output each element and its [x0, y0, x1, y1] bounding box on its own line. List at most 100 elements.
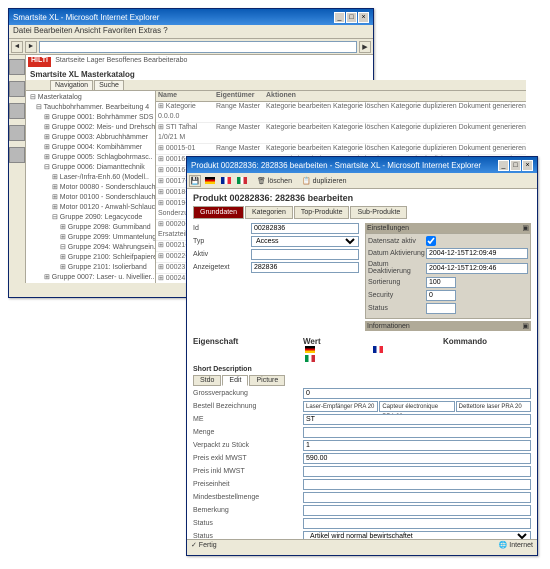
list-row[interactable]: ⊞ 00015-01Range MasterKategorie bearbeit… — [156, 144, 526, 155]
tree-node[interactable]: ⊞ Motor 00080 - Sonderschlauch.. — [28, 183, 153, 193]
delete-button[interactable]: 🗑 löschen — [257, 177, 292, 185]
tab[interactable]: Suche — [94, 80, 124, 90]
tree-node[interactable]: ⊟ Gruppe 0006: Diamanttechnik — [28, 163, 153, 173]
property-row: Menge — [193, 427, 531, 438]
property-input[interactable] — [303, 479, 531, 490]
property-input[interactable] — [303, 427, 531, 438]
property-input[interactable] — [303, 414, 531, 425]
sidebar-icon[interactable] — [9, 125, 25, 141]
property-input[interactable]: Laser-Empfänger PRA 20 — [303, 401, 378, 412]
tab[interactable]: Navigation — [50, 80, 93, 90]
tree-node[interactable]: ⊞ Gruppe 0004: Kombihämmer — [28, 143, 153, 153]
property-label: Menge — [193, 429, 303, 436]
security-field[interactable] — [426, 290, 456, 301]
sidebar-icon[interactable] — [9, 147, 25, 163]
property-row: Grossverpackung — [193, 388, 531, 399]
tree-node[interactable]: ⊞ Gruppe 2098: Gummiband — [28, 223, 153, 233]
titlebar[interactable]: Smartsite XL - Microsoft Internet Explor… — [9, 9, 373, 25]
flag-de-icon — [305, 346, 315, 353]
tab[interactable]: Kategorien — [245, 206, 293, 219]
forward-button[interactable]: ► — [25, 41, 37, 53]
label: Datum Deaktivierung — [368, 261, 426, 275]
prop-tab[interactable]: Edit — [222, 375, 248, 386]
collapse-icon[interactable]: ▣ — [522, 224, 529, 232]
tree-node[interactable]: ⊟ Gruppe 2090: Legacycode — [28, 213, 153, 223]
save-button[interactable]: 💾 — [189, 175, 201, 187]
tree-node[interactable]: ⊟ Gruppe 2094: Währungsein.. — [28, 243, 153, 253]
titlebar[interactable]: Produkt 00282836: 282836 bearbeiten - Sm… — [187, 157, 537, 173]
catalog-title: Smartsite XL Masterkatalog — [26, 69, 526, 80]
back-button[interactable]: ◄ — [11, 41, 23, 53]
id-field[interactable] — [251, 223, 359, 234]
property-input[interactable]: Dettettore laser PRA 20 — [456, 401, 531, 412]
tree-node[interactable]: ⊞ Gruppe 0003: Abbruchhämmer — [28, 133, 153, 143]
flag-it-icon[interactable] — [237, 177, 247, 184]
property-input[interactable] — [303, 505, 531, 516]
collapse-icon[interactable]: ▣ — [522, 322, 529, 330]
close-button[interactable]: × — [522, 160, 533, 171]
property-select[interactable]: Artikel wird normal bewirtschaftet — [303, 531, 531, 539]
list-row[interactable]: ⊞ STI Tafhal 1/0/21 MRange MasterKategor… — [156, 123, 526, 144]
tree-node[interactable]: ⊞ Gruppe 0007: Laser- u. Nivellier.. — [28, 273, 153, 283]
tab[interactable]: Sub-Produkte — [350, 206, 407, 219]
status-field[interactable] — [426, 303, 456, 314]
property-input[interactable] — [303, 466, 531, 477]
tree-node[interactable]: ⊞ Gruppe 2099: Ummantelungen — [28, 233, 153, 243]
tree-node[interactable]: ⊞ Gruppe 0002: Meis- und Drehsch.. — [28, 123, 153, 133]
property-label: Bemerkung — [193, 507, 303, 514]
property-input[interactable] — [303, 440, 531, 451]
property-input[interactable] — [303, 518, 531, 529]
property-input[interactable] — [303, 492, 531, 503]
property-input[interactable] — [303, 388, 531, 399]
sortierung-field[interactable] — [426, 277, 456, 288]
property-row: Mindestbestellmenge — [193, 492, 531, 503]
minimize-button[interactable]: _ — [334, 12, 345, 23]
label: Anzeigetext — [193, 264, 251, 271]
tree-node[interactable]: ⊞ Gruppe 2100: Schleifpapiere — [28, 253, 153, 263]
tree-node[interactable]: ⊞ Gruppe 0005: Schlagbohrmasc.. — [28, 153, 153, 163]
prop-tab[interactable]: Stdo — [193, 375, 221, 386]
label: Sortierung — [368, 279, 426, 286]
breadcrumb[interactable]: Startseite Lager Besoffenes Bearbeiterab… — [55, 57, 187, 64]
tab[interactable]: Grunddaten — [193, 206, 244, 219]
toolbar: ◄ ► ▶ — [9, 39, 373, 55]
box-header[interactable]: Informationen▣ — [365, 321, 531, 331]
tree[interactable]: ⊟ Masterkatalog⊟ Tauchbohrhammer. Bearbe… — [26, 91, 156, 283]
typ-select[interactable]: Access — [251, 236, 359, 247]
tree-node[interactable]: ⊟ Tauchbohrhammer. Bearbeitung 4 — [28, 103, 153, 113]
flag-de-icon[interactable] — [205, 177, 215, 184]
aktiv-field[interactable] — [251, 249, 359, 260]
tree-node[interactable]: ⊞ Laser-/Infra-Enh.60 (Modell.. — [28, 173, 153, 183]
property-input[interactable]: Capteur électronique PRA 20 — [379, 401, 454, 412]
list-row[interactable]: ⊞ Kategorie 0.0.0.0Range MasterKategorie… — [156, 102, 526, 123]
property-row: StatusArtikel wird normal bewirtschaftet — [193, 531, 531, 539]
property-label: ME — [193, 416, 303, 423]
box-header[interactable]: Einstellungen▣ — [365, 223, 531, 233]
anzeigetext-field[interactable] — [251, 262, 359, 273]
prop-tab[interactable]: Picture — [249, 375, 285, 386]
duplicate-button[interactable]: 📋 duplizieren — [302, 177, 347, 185]
go-button[interactable]: ▶ — [359, 41, 371, 53]
tree-node[interactable]: ⊞ Gruppe 0001: Bohrhämmer SDS — [28, 113, 153, 123]
maximize-button[interactable]: □ — [510, 160, 521, 171]
flag-fr-icon[interactable] — [221, 177, 231, 184]
label: Security — [368, 292, 426, 299]
tree-node[interactable]: ⊞ Motor 00120 - Anwahl-Schlauch.. — [28, 203, 153, 213]
datum-deaktivierung-field[interactable] — [426, 263, 528, 274]
close-button[interactable]: × — [358, 12, 369, 23]
sidebar-icon[interactable] — [9, 103, 25, 119]
address-bar[interactable] — [39, 41, 357, 53]
tree-node[interactable]: ⊟ Masterkatalog — [28, 93, 153, 103]
datensatz-aktiv-checkbox[interactable] — [426, 236, 436, 246]
tree-node[interactable]: ⊞ Gruppe 2101: Isolierband — [28, 263, 153, 273]
sidebar-icon[interactable] — [9, 59, 25, 75]
datum-aktivierung-field[interactable] — [426, 248, 528, 259]
tree-node[interactable]: ⊞ Motor 00100 - Sonderschlauch.. — [28, 193, 153, 203]
tabs: NavigationSuche — [26, 80, 526, 91]
menubar[interactable]: Datei Bearbeiten Ansicht Favoriten Extra… — [9, 25, 373, 39]
sidebar-icon[interactable] — [9, 81, 25, 97]
minimize-button[interactable]: _ — [498, 160, 509, 171]
property-input[interactable] — [303, 453, 531, 464]
tab[interactable]: Top-Produkte — [294, 206, 350, 219]
maximize-button[interactable]: □ — [346, 12, 357, 23]
